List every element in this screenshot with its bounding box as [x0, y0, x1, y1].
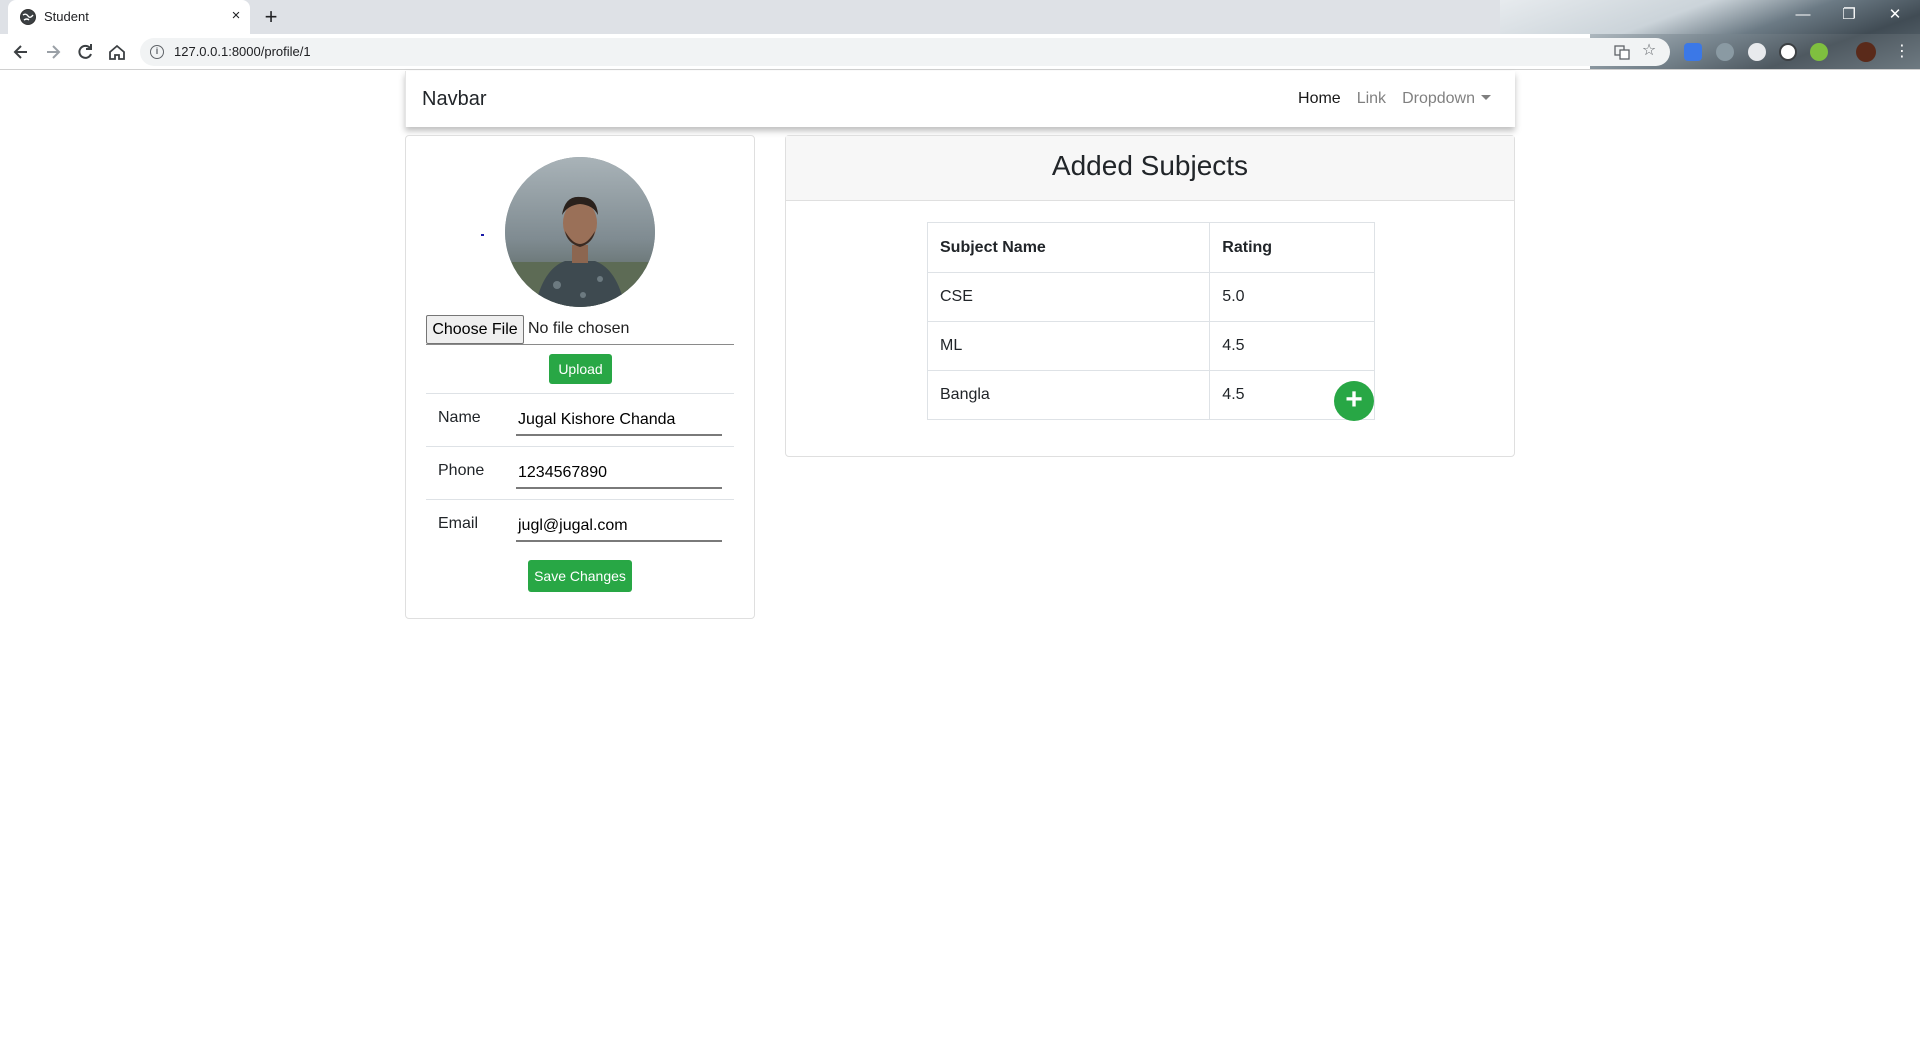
camera-icon[interactable]: [1779, 43, 1797, 61]
address-url[interactable]: 127.0.0.1:8000/profile/1: [174, 44, 311, 59]
new-tab-button[interactable]: +: [258, 4, 284, 30]
home-icon[interactable]: [104, 39, 130, 65]
nav-link-link[interactable]: Link: [1357, 90, 1386, 108]
phone-label: Phone: [438, 462, 485, 479]
save-button[interactable]: Save Changes: [528, 560, 632, 592]
back-icon[interactable]: [8, 39, 34, 65]
avatar: [505, 157, 655, 307]
subjects-card-header: Added Subjects: [786, 136, 1514, 201]
forward-icon[interactable]: [40, 39, 66, 65]
subject-cell: Bangla: [926, 370, 1211, 420]
tab-title: Student: [44, 9, 89, 24]
globe-icon: [20, 9, 36, 25]
nav-links: Home Link Dropdown: [1298, 90, 1491, 108]
nav-dropdown[interactable]: Dropdown: [1402, 90, 1491, 108]
browser-tab[interactable]: Student ×: [8, 0, 250, 34]
star-icon[interactable]: ☆: [1640, 42, 1658, 60]
translate-icon[interactable]: [1614, 44, 1630, 60]
name-label: Name: [438, 409, 481, 426]
browser-tab-strip: Student × + — ❐ ✕: [0, 0, 1920, 34]
browser-toolbar: i 127.0.0.1:8000/profile/1 ☆ ⋮: [0, 34, 1920, 70]
phone-field[interactable]: 1234567890: [516, 461, 722, 489]
name-field[interactable]: Jugal Kishore Chanda: [516, 408, 722, 436]
rating-cell: 5.0: [1209, 272, 1375, 322]
subjects-title: Added Subjects: [1051, 150, 1249, 181]
email-field[interactable]: jugl@jugal.com: [516, 514, 722, 542]
email-label: Email: [438, 515, 479, 532]
nav-link-home[interactable]: Home: [1298, 90, 1341, 108]
rating-cell: 4.5: [1209, 321, 1375, 371]
table-header-row: Subject Name Rating: [926, 222, 1375, 273]
form-row-name: Name Jugal Kishore Chanda: [426, 393, 734, 446]
form-row-phone: Phone 1234567890: [426, 446, 734, 499]
extension-icon[interactable]: [1716, 43, 1734, 61]
upload-button[interactable]: Upload: [549, 354, 612, 384]
subjects-card: Added Subjects Subject Name Rating CSE 5…: [785, 135, 1515, 457]
tab-close-icon[interactable]: ×: [226, 6, 246, 26]
reload-icon[interactable]: [72, 39, 98, 65]
choose-file-button[interactable]: Choose File: [426, 315, 524, 344]
subject-cell: ML: [926, 321, 1211, 371]
broken-image-marker: [481, 234, 484, 236]
table-row: CSE 5.0: [926, 272, 1375, 322]
menu-icon[interactable]: ⋮: [1894, 42, 1910, 62]
column-header-rating: Rating: [1209, 222, 1375, 273]
extension-icon[interactable]: [1684, 43, 1702, 61]
nav-dropdown-label: Dropdown: [1402, 90, 1475, 107]
file-status: No file chosen: [528, 320, 630, 337]
close-window-button[interactable]: ✕: [1872, 0, 1918, 30]
navbar-brand[interactable]: Navbar: [422, 88, 486, 111]
subjects-table: Subject Name Rating CSE 5.0 ML 4.5 Bangl…: [926, 222, 1375, 420]
profile-card: Choose File No file chosen Upload Name J…: [405, 135, 755, 619]
subject-cell: CSE: [926, 272, 1211, 322]
table-row: Bangla 4.5: [926, 370, 1375, 420]
page-content: Navbar Home Link Dropdown Choose File No…: [0, 71, 1920, 1040]
info-icon[interactable]: i: [150, 45, 164, 59]
site-navbar: Navbar Home Link Dropdown: [405, 71, 1515, 127]
plus-icon: +: [1345, 383, 1363, 416]
add-subject-button[interactable]: +: [1334, 381, 1374, 421]
file-input[interactable]: Choose File No file chosen: [426, 315, 734, 345]
form-row-email: Email jugl@jugal.com: [426, 499, 734, 552]
extension-icon[interactable]: [1748, 43, 1766, 61]
profile-avatar-icon[interactable]: [1856, 42, 1876, 62]
chevron-down-icon: [1481, 95, 1491, 100]
minimize-button[interactable]: —: [1780, 0, 1826, 30]
column-header-subject: Subject Name: [926, 222, 1211, 273]
restore-button[interactable]: ❐: [1826, 0, 1872, 30]
extension-icon[interactable]: [1810, 43, 1828, 61]
address-bar[interactable]: i 127.0.0.1:8000/profile/1 ☆: [140, 38, 1670, 66]
table-row: ML 4.5: [926, 321, 1375, 371]
